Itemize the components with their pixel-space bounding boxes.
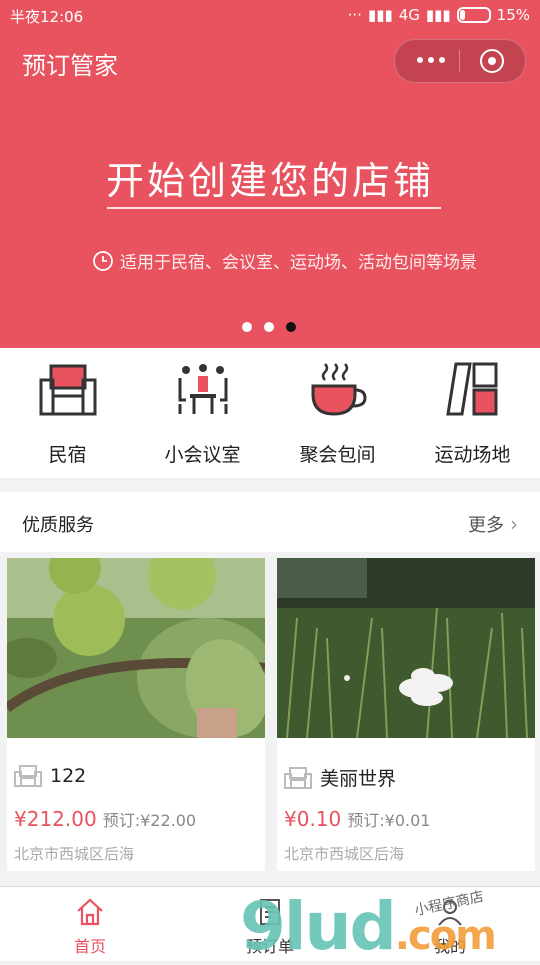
- category-party-room[interactable]: 聚会包间: [270, 348, 405, 478]
- product-address: 北京市西城区后海: [14, 845, 135, 863]
- more-menu-icon[interactable]: [417, 57, 445, 63]
- pager-dot[interactable]: [264, 322, 274, 332]
- more-dots-icon: ···: [347, 6, 362, 24]
- product-deposit: 预订:¥0.01: [347, 811, 431, 830]
- clock-icon: [93, 250, 113, 271]
- status-battery: 15%: [496, 6, 530, 24]
- battery-icon: [456, 7, 491, 23]
- category-sports-field[interactable]: 运动场地: [405, 348, 540, 478]
- banner-divider: [107, 207, 441, 209]
- sofa-icon: [39, 364, 96, 416]
- cup-icon: [311, 363, 367, 416]
- banner-headline: 开始创建您的店铺: [105, 159, 434, 203]
- category-row: 民宿 小会议室 聚会包间 运动场地: [0, 348, 540, 478]
- category-label: 运动场地: [434, 444, 511, 466]
- status-network: 4G: [398, 6, 420, 24]
- status-bar: 半夜12:06 ··· ▮▮▮ 4G ▮▮▮ 15%: [0, 0, 540, 30]
- product-photo: [7, 558, 265, 738]
- more-label: 更多: [468, 515, 504, 536]
- product-photo: [277, 558, 535, 738]
- product-address: 北京市西城区后海: [284, 845, 405, 863]
- section-header: 优质服务 更多 ›: [0, 492, 540, 552]
- product-card[interactable]: 美丽世界 ¥0.10 预订:¥0.01 北京市西城区后海: [277, 558, 535, 871]
- category-label: 聚会包间: [299, 444, 376, 466]
- category-homestay[interactable]: 民宿: [0, 348, 135, 478]
- signal-icon-2: ▮▮▮: [425, 6, 451, 24]
- banner-pager[interactable]: [242, 322, 296, 332]
- close-target-icon[interactable]: [480, 49, 504, 73]
- product-price: ¥212.00: [14, 807, 97, 831]
- meeting-icon: [178, 364, 227, 414]
- more-link[interactable]: 更多 ›: [468, 511, 518, 537]
- product-name: 美丽世界: [320, 768, 397, 790]
- pager-dot[interactable]: [242, 322, 252, 332]
- hero-banner[interactable]: 预订管家 开始创建您的店铺 适用于民宿、会议室、运动场、活动包间等场景: [0, 30, 540, 348]
- product-deposit: 预订:¥22.00: [102, 811, 197, 830]
- sofa-icon: [14, 765, 42, 787]
- field-icon: [445, 362, 497, 416]
- pager-dot-active[interactable]: [286, 322, 296, 332]
- product-name: 122: [50, 765, 87, 787]
- sofa-icon: [284, 766, 312, 789]
- home-icon: [77, 898, 103, 926]
- tab-label: 首页: [73, 937, 106, 956]
- banner-subline: 适用于民宿、会议室、运动场、活动包间等场景: [120, 253, 477, 273]
- tab-home[interactable]: 首页: [0, 887, 180, 961]
- category-meeting-room[interactable]: 小会议室: [135, 348, 270, 478]
- app-title: 预订管家: [22, 52, 118, 80]
- signal-icon: ▮▮▮: [367, 6, 393, 24]
- section-title: 优质服务: [22, 515, 94, 536]
- product-price: ¥0.10: [284, 807, 342, 831]
- status-time: 半夜12:06: [10, 8, 84, 26]
- category-label: 民宿: [48, 444, 87, 466]
- chevron-right-icon: ›: [510, 512, 518, 536]
- product-card[interactable]: 122 ¥212.00 预订:¥22.00 北京市西城区后海: [7, 558, 265, 871]
- category-label: 小会议室: [164, 444, 241, 466]
- mini-program-capsule[interactable]: [394, 39, 526, 83]
